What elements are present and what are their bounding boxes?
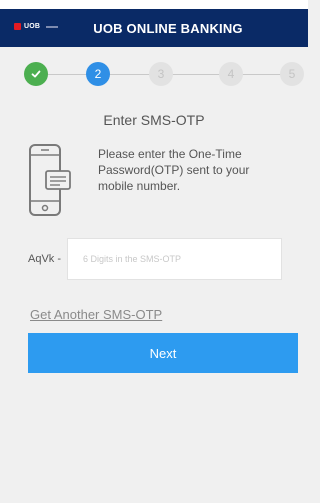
check-icon <box>31 70 41 78</box>
get-another-otp-link[interactable]: Get Another SMS-OTP <box>30 307 162 322</box>
section-title: Enter SMS-OTP <box>103 112 205 128</box>
app-header: UOB UOB ONLINE BANKING <box>0 9 308 47</box>
otp-instruction-text: Please enter the One-Time Password(OTP) … <box>98 147 250 193</box>
step-2: 2 <box>86 62 110 86</box>
step-1 <box>24 62 48 86</box>
otp-prefix-label: AqVk - <box>28 253 62 265</box>
step-3: 3 <box>149 62 173 86</box>
step-4: 4 <box>219 62 243 86</box>
top-strip <box>0 0 308 9</box>
page-title: UOB ONLINE BANKING <box>93 21 243 36</box>
otp-field-row: AqVk - <box>28 238 282 280</box>
next-button[interactable]: Next <box>28 333 298 373</box>
step-indicator: 2 3 4 5 <box>0 62 308 88</box>
otp-input[interactable] <box>67 238 282 280</box>
step-5: 5 <box>280 62 304 86</box>
phone-sms-icon <box>29 144 71 216</box>
